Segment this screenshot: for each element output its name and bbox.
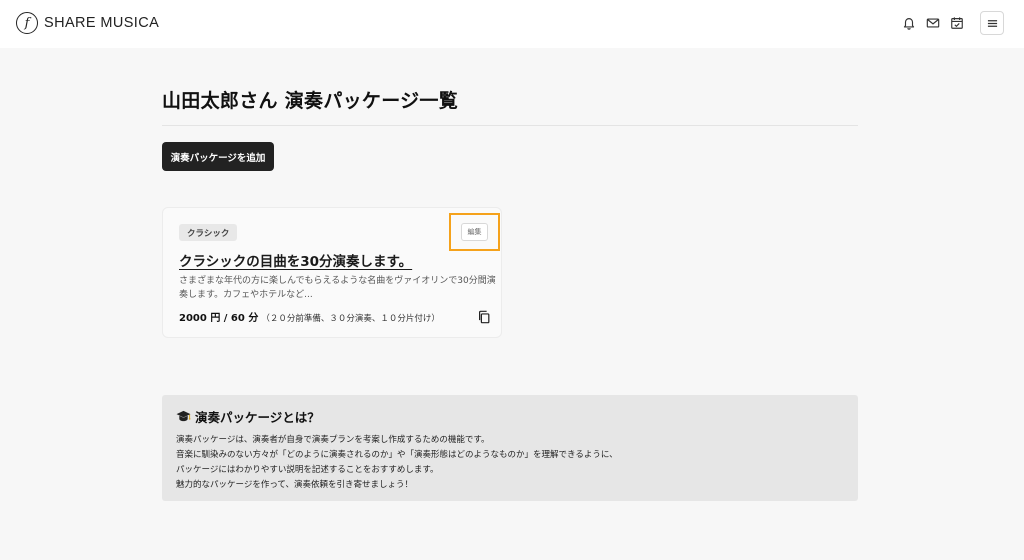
graduation-cap-icon xyxy=(176,410,191,423)
copy-icon[interactable] xyxy=(477,309,491,324)
genre-tag: クラシック xyxy=(179,224,238,241)
package-description: さまざまな年代の方に楽しんでもらえるような名曲をヴァイオリンで30分間演奏します… xyxy=(179,276,496,300)
package-title-link[interactable]: クラシックの目曲を30分演奏します。 xyxy=(179,250,412,270)
info-line: パッケージにはわかりやすい説明を記述することをおすすめします。 xyxy=(176,465,439,475)
info-text: 演奏パッケージは、演奏者が自身で演奏プランを考案し作成するための機能です。 音楽… xyxy=(176,433,846,493)
info-line: 魅力的なパッケージを作って、演奏依頼を引き寄せましょう！ xyxy=(176,480,413,490)
info-box: 演奏パッケージとは？ 演奏パッケージは、演奏者が自身で演奏プランを考案し作成する… xyxy=(162,395,858,501)
edit-button-highlight: 編集 xyxy=(449,213,500,251)
header-actions xyxy=(902,11,1004,35)
bell-icon[interactable] xyxy=(902,16,916,30)
add-package-button[interactable]: 演奏パッケージを追加 xyxy=(162,142,274,171)
logo[interactable]: f SHARE MUSICA xyxy=(16,12,159,34)
calendar-check-icon[interactable] xyxy=(950,16,964,30)
info-title: 演奏パッケージとは？ xyxy=(176,407,320,426)
package-card: クラシック 編集 クラシックの目曲を30分演奏します。 さまざまな年代の方に楽し… xyxy=(162,207,502,338)
title-divider xyxy=(162,125,858,126)
edit-button[interactable]: 編集 xyxy=(461,223,488,241)
price-value: 2000 円 / 60 分 xyxy=(179,313,259,324)
info-title-text: 演奏パッケージとは？ xyxy=(195,410,320,425)
mail-icon[interactable] xyxy=(926,16,940,30)
logo-mark-icon: f xyxy=(16,12,38,34)
price-note: （２０分前準備、３０分演奏、１０分片付け） xyxy=(261,314,440,324)
top-header: f SHARE MUSICA xyxy=(0,0,1024,48)
logo-text: SHARE MUSICA xyxy=(44,15,160,31)
page-title: 山田太郎さん 演奏パッケージ一覧 xyxy=(162,90,459,112)
info-line: 演奏パッケージは、演奏者が自身で演奏プランを考案し作成するための機能です。 xyxy=(176,435,490,445)
hamburger-menu-icon[interactable] xyxy=(980,11,1004,35)
package-price: 2000 円 / 60 分（２０分前準備、３０分演奏、１０分片付け） xyxy=(179,309,440,324)
info-line: 音楽に馴染みのない方々が「どのように演奏されるのか」や「演奏形態はどのようなもの… xyxy=(176,450,618,460)
